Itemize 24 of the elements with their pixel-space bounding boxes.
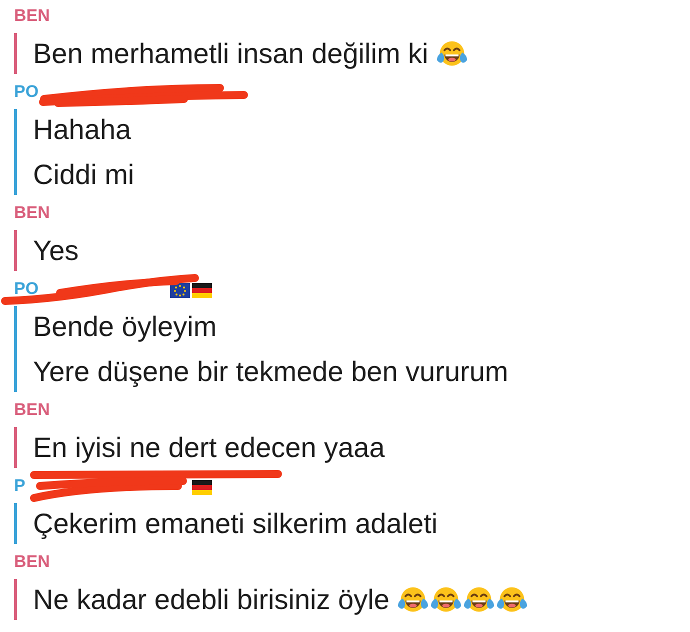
message-text: Ne kadar edebli birisiniz öyle	[33, 586, 390, 614]
message-text: Yere düşene bir tekmede ben vururum	[33, 358, 508, 386]
sender-name: BEN	[14, 553, 50, 570]
flag-icon	[170, 283, 190, 298]
laughing-tears-emoji-icon	[397, 585, 430, 614]
laughing-tears-emoji-icon	[436, 39, 468, 68]
message-text: Ben merhametli insan değilim ki	[33, 40, 428, 68]
message-text: Ciddi mi	[33, 160, 134, 188]
message-text: Bende öyleyim	[33, 312, 217, 340]
sender-name: BEN	[14, 401, 50, 418]
sender-name: BEN	[14, 7, 50, 24]
message-text: Çekerim emaneti silkerim adaleti	[33, 510, 438, 538]
sender-name: P	[14, 477, 26, 494]
laughing-tears-emoji-icon	[463, 585, 496, 614]
flag-icon	[192, 283, 212, 298]
laughing-tears-emoji-icon	[496, 585, 528, 614]
laughing-tears-emoji-icon	[430, 585, 462, 614]
sender-name: PO	[14, 83, 39, 100]
message-text: En iyisi ne dert edecen yaaa	[33, 434, 385, 462]
message-text: Hahaha	[33, 116, 132, 144]
sender-name: BEN	[14, 204, 50, 221]
flag-icon	[192, 480, 212, 495]
sender-name: PO	[14, 280, 39, 297]
message-text: Yes	[33, 236, 79, 264]
